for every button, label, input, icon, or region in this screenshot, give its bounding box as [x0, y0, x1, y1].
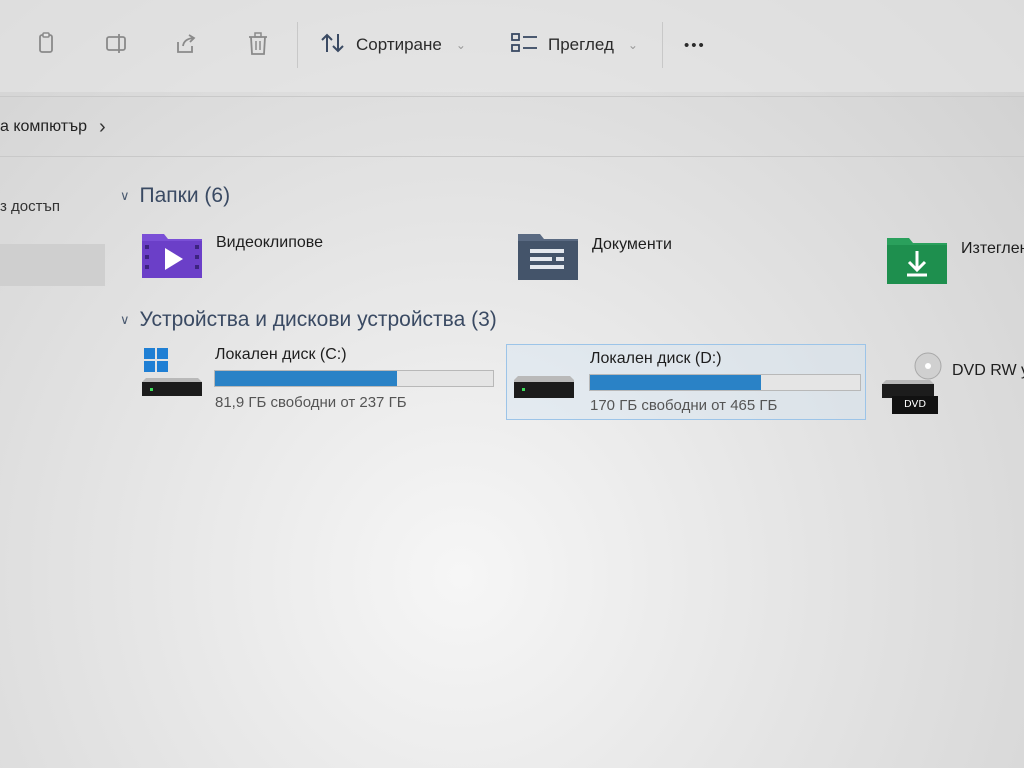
sort-icon: [320, 32, 346, 59]
toolbar-separator: [662, 22, 663, 68]
drive-name: Локален диск (C:): [215, 346, 347, 363]
view-label: Преглед: [548, 35, 614, 54]
view-button[interactable]: Преглед ⌄: [510, 30, 638, 60]
sort-button[interactable]: Сортиране ⌄: [320, 30, 466, 60]
folder-documents[interactable]: Документи: [516, 230, 672, 287]
folder-label: Документи: [592, 236, 672, 253]
folders-section-title: Папки (6): [139, 184, 231, 207]
copy-icon[interactable]: [32, 30, 60, 58]
dvd-drive-icon: [880, 350, 946, 421]
toolbar-separator: [297, 22, 298, 68]
breadcrumb[interactable]: а компютър ›: [0, 113, 106, 141]
nav-selected-item[interactable]: [0, 244, 105, 286]
hard-drive-icon: [512, 360, 578, 407]
downloads-folder-icon: [885, 234, 949, 291]
folder-label: Изтеглен: [961, 240, 1024, 257]
videos-folder-icon: [140, 228, 204, 285]
chevron-down-icon: ∨: [120, 312, 130, 327]
documents-folder-icon: [516, 230, 580, 287]
nav-quick-access[interactable]: з достъп: [0, 198, 60, 215]
drives-section-title: Устройства и дискови устройства (3): [139, 308, 497, 331]
drive-usage-fill: [590, 375, 762, 390]
folder-videos[interactable]: Видеоклипове: [140, 228, 323, 285]
sort-label: Сортиране: [356, 35, 442, 54]
windows-drive-icon: [140, 346, 206, 405]
drive-usage-fill: [215, 371, 398, 386]
drive-usage-bar: [214, 370, 494, 387]
folder-downloads[interactable]: Изтеглен: [885, 234, 1024, 291]
drive-usage-bar: [589, 374, 861, 391]
dvd-badge: DVD: [903, 399, 927, 410]
more-options-button[interactable]: •••: [684, 30, 706, 60]
breadcrumb-this-pc[interactable]: а компютър: [0, 118, 87, 136]
drive-name: DVD RW у: [952, 362, 1024, 379]
drives-section-header[interactable]: ∨ Устройства и дискови устройства (3): [120, 308, 497, 332]
view-icon: [510, 32, 538, 59]
drive-space-info: 81,9 ГБ свободни от 237 ГБ: [215, 394, 407, 411]
rename-icon[interactable]: [103, 30, 131, 58]
toolbar-divider: [0, 96, 1024, 97]
folder-label: Видеоклипове: [216, 234, 323, 251]
share-icon[interactable]: [172, 30, 200, 58]
folders-section-header[interactable]: ∨ Папки (6): [120, 184, 230, 208]
chevron-right-icon[interactable]: ›: [99, 116, 106, 139]
delete-icon[interactable]: [244, 30, 272, 58]
chevron-down-icon: ⌄: [627, 38, 638, 52]
drive-name: Локален диск (D:): [590, 350, 722, 367]
chevron-down-icon: ⌄: [455, 38, 466, 52]
drive-space-info: 170 ГБ свободни от 465 ГБ: [590, 397, 778, 414]
chevron-down-icon: ∨: [120, 188, 130, 203]
address-divider: [0, 156, 1024, 157]
